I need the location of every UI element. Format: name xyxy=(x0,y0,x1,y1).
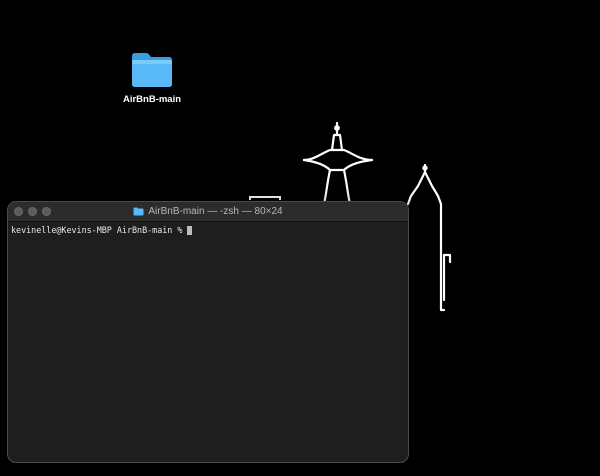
terminal-content[interactable]: kevinelle@Kevins-MBP AirBnB-main % xyxy=(8,222,408,238)
close-button[interactable] xyxy=(14,207,23,216)
terminal-window[interactable]: AirBnB-main — -zsh — 80×24 kevinelle@Kev… xyxy=(7,201,409,463)
window-title-text: AirBnB-main — -zsh — 80×24 xyxy=(148,206,283,217)
building-top xyxy=(249,196,281,200)
window-controls xyxy=(14,207,51,216)
space-needle xyxy=(302,121,374,206)
zoom-button[interactable] xyxy=(42,207,51,216)
window-title: AirBnB-main — -zsh — 80×24 xyxy=(133,206,283,217)
minimize-button[interactable] xyxy=(28,207,37,216)
desktop: AirBnB-main AirBnB-main — -zsh — 80×24 k… xyxy=(0,0,600,476)
tower-building xyxy=(406,163,452,312)
prompt-line: kevinelle@Kevins-MBP AirBnB-main % xyxy=(11,224,405,236)
folder-icon xyxy=(132,53,172,87)
desktop-folder-airbnb-main[interactable]: AirBnB-main xyxy=(112,50,192,105)
shell-prompt: kevinelle@Kevins-MBP AirBnB-main % xyxy=(11,225,183,235)
terminal-titlebar[interactable]: AirBnB-main — -zsh — 80×24 xyxy=(8,202,408,222)
folder-icon xyxy=(133,207,144,216)
desktop-folder-label: AirBnB-main xyxy=(122,94,182,105)
text-cursor xyxy=(187,225,193,235)
